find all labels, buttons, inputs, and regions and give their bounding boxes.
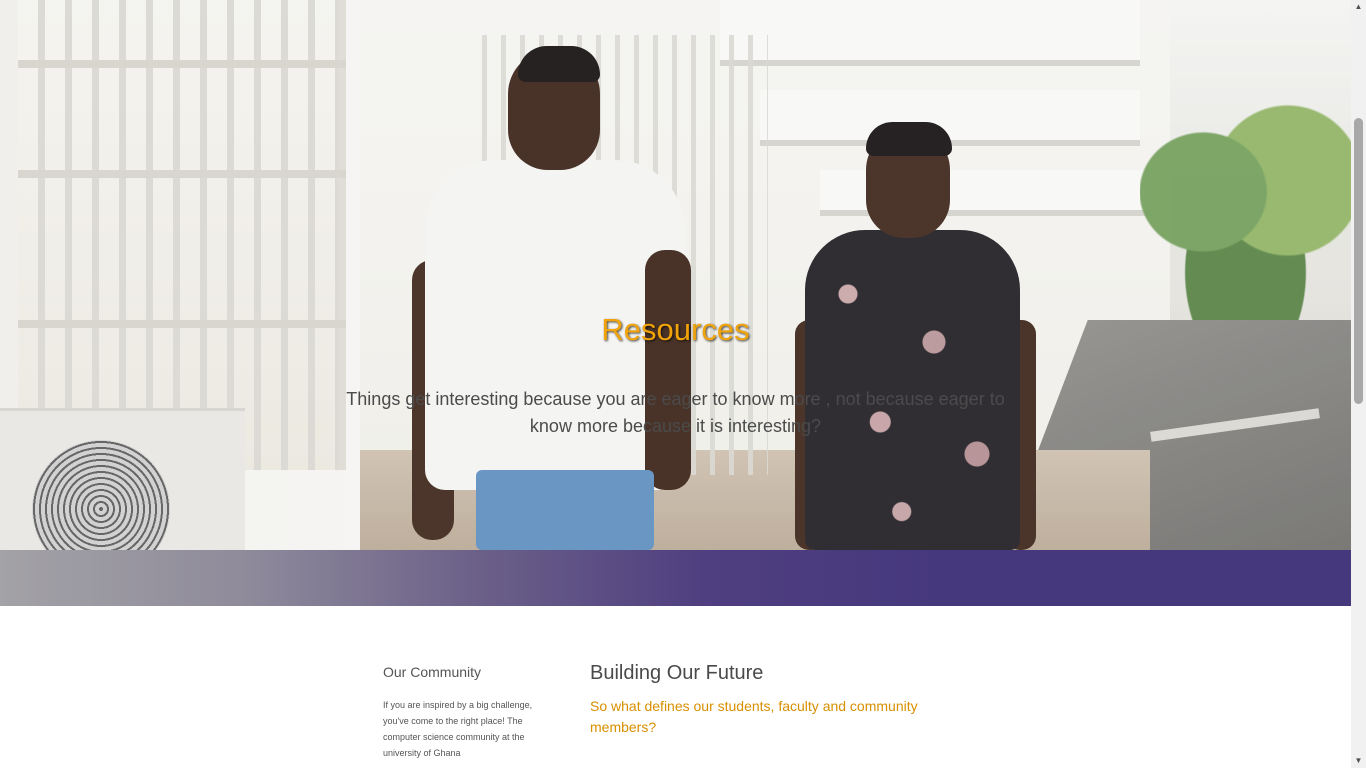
hero-title: Resources: [601, 312, 750, 347]
page: Resources Things get interesting because…: [0, 0, 1351, 768]
community-title: Our Community: [383, 664, 482, 680]
page-scrollbar[interactable]: ▲ ▼: [1351, 0, 1366, 768]
hero-banner: Resources Things get interesting because…: [0, 0, 1351, 550]
community-text: If you are inspired by a big challenge, …: [383, 700, 533, 758]
hero-overlay: [0, 0, 1351, 550]
hero-subtitle: Things get interesting because you are e…: [346, 389, 1005, 436]
future-title: Building Our Future: [590, 662, 764, 684]
chevron-up-icon[interactable]: ▲: [1351, 0, 1366, 14]
content-section: Our Community If you are inspired by a b…: [0, 606, 1351, 768]
future-subtitle: So what defines our students, faculty an…: [590, 698, 918, 735]
chevron-down-icon[interactable]: ▼: [1351, 754, 1366, 768]
gradient-band: [0, 550, 1351, 606]
scroll-thumb[interactable]: [1354, 118, 1363, 404]
